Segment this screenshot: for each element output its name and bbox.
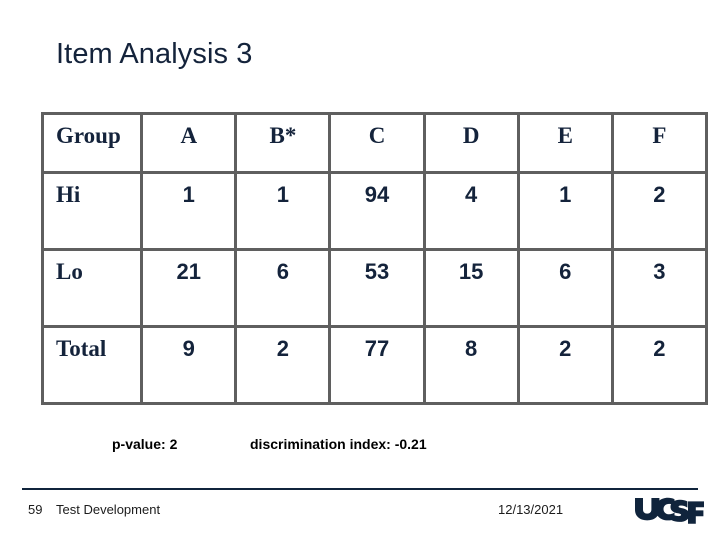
header-label-c: C [368, 123, 386, 148]
cell-hi-a: 1 [140, 171, 238, 251]
value-total-e: 2 [559, 336, 572, 361]
ucsf-logo [633, 496, 705, 526]
value-total-c: 77 [364, 336, 390, 361]
header-label-b: B* [269, 123, 297, 148]
header-label-d: D [462, 123, 480, 148]
cell-lo-f: 3 [610, 248, 709, 328]
header-cell-group: Group [40, 112, 144, 174]
value-hi-a: 1 [182, 182, 195, 207]
table-row: Total 9 2 77 8 2 2 [40, 325, 709, 405]
header-label-f: F [652, 123, 667, 148]
header-cell-a: A [140, 112, 238, 174]
value-lo-d: 15 [458, 259, 484, 284]
slide: Item Analysis 3 Group A B* C D E F Hi 1 … [0, 0, 720, 540]
value-hi-b: 1 [276, 182, 290, 207]
cell-hi-b: 1 [234, 171, 332, 251]
value-lo-e: 6 [559, 259, 572, 284]
table-row: Hi 1 1 94 4 1 2 [40, 171, 709, 251]
row-label-hi: Hi [56, 182, 81, 207]
p-value-label: p-value: 2 [112, 436, 178, 452]
header-cell-d: D [422, 112, 520, 174]
cell-hi-e: 1 [516, 171, 614, 251]
value-lo-c: 53 [364, 259, 390, 284]
value-total-b: 2 [276, 336, 290, 361]
footer-date: 12/13/2021 [498, 502, 564, 517]
value-total-a: 9 [182, 336, 195, 361]
cell-total-c: 77 [328, 325, 426, 405]
value-total-d: 8 [465, 336, 478, 361]
cell-lo-c: 53 [328, 248, 426, 328]
row-label-cell-hi: Hi [40, 171, 144, 251]
row-label-lo: Lo [56, 259, 83, 284]
cell-hi-f: 2 [610, 171, 709, 251]
value-lo-b: 6 [276, 259, 290, 284]
item-analysis-table: Group A B* C D E F Hi 1 1 94 4 1 2 Lo 21… [40, 112, 709, 405]
value-lo-a: 21 [176, 259, 202, 284]
cell-total-f: 2 [610, 325, 709, 405]
value-lo-f: 3 [653, 259, 666, 284]
header-cell-b: B* [234, 112, 332, 174]
cell-hi-c: 94 [328, 171, 426, 251]
discrimination-index-label: discrimination index: -0.21 [250, 436, 427, 452]
stats-row: p-value: 2 discrimination index: -0.21 [0, 436, 720, 460]
cell-total-a: 9 [140, 325, 238, 405]
table-row: Lo 21 6 53 15 6 3 [40, 248, 709, 328]
header-cell-e: E [516, 112, 614, 174]
cell-lo-a: 21 [140, 248, 238, 328]
header-cell-f: F [610, 112, 709, 174]
header-cell-c: C [328, 112, 426, 174]
cell-lo-e: 6 [516, 248, 614, 328]
page-title: Item Analysis 3 [56, 38, 253, 70]
value-hi-c: 94 [364, 182, 390, 207]
value-hi-f: 2 [653, 182, 666, 207]
row-label-cell-lo: Lo [40, 248, 144, 328]
header-label-a: A [180, 123, 198, 148]
value-hi-e: 1 [559, 182, 572, 207]
footer-page-number: 59 [28, 502, 43, 517]
footer-section-label: Test Development [56, 502, 161, 517]
cell-total-d: 8 [422, 325, 520, 405]
cell-hi-d: 4 [422, 171, 520, 251]
footer-divider [22, 488, 698, 490]
row-label-cell-total: Total [40, 325, 144, 405]
cell-total-e: 2 [516, 325, 614, 405]
cell-lo-b: 6 [234, 248, 332, 328]
header-label-e: E [557, 123, 573, 148]
header-label-group: Group [56, 123, 121, 148]
value-hi-d: 4 [465, 182, 478, 207]
value-total-f: 2 [653, 336, 666, 361]
cell-total-b: 2 [234, 325, 332, 405]
row-label-total: Total [56, 336, 107, 361]
cell-lo-d: 15 [422, 248, 520, 328]
table-header-row: Group A B* C D E F [40, 112, 709, 174]
footer: 59 Test Development 12/13/2021 [0, 497, 720, 534]
